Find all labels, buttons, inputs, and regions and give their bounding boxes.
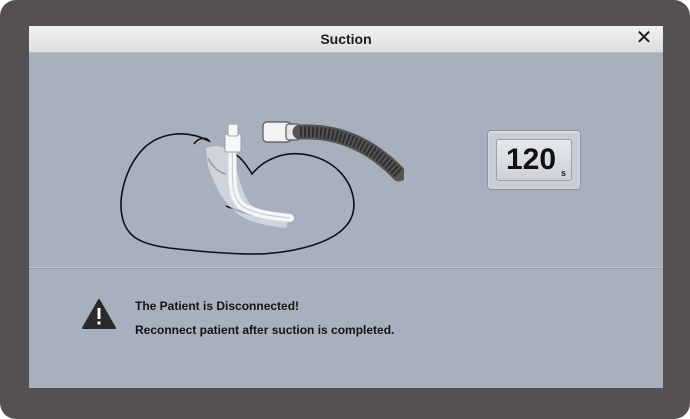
section-divider [29, 267, 663, 269]
dialog-title: Suction [320, 31, 372, 47]
close-button[interactable]: ✕ [633, 27, 655, 49]
warning-triangle-icon [82, 299, 116, 329]
timer-unit: s [560, 168, 566, 178]
close-icon: ✕ [635, 27, 653, 49]
timer-display: 120 s [496, 139, 572, 181]
timer-value: 120 [505, 143, 557, 176]
warning-message: Reconnect patient after suction is compl… [135, 323, 395, 337]
title-bar: Suction ✕ [29, 26, 663, 53]
suction-dialog: Suction ✕ 120 s The Patient is Disconnec… [29, 26, 663, 388]
suction-timer: 120 s [487, 130, 581, 190]
warning-title: The Patient is Disconnected! [135, 299, 300, 313]
device-bezel: Suction ✕ 120 s The Patient is Disconnec… [0, 0, 690, 419]
patient-intubation-illustration [120, 121, 404, 255]
